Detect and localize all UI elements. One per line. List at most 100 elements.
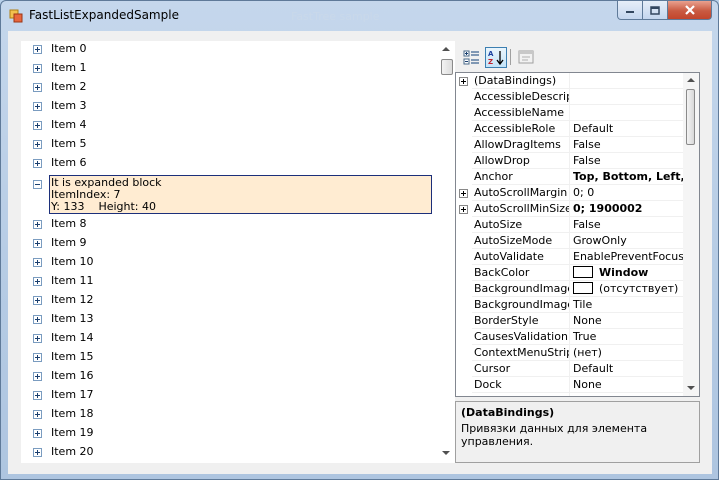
property-name[interactable]: AutoSize [472, 217, 570, 233]
property-pages-button[interactable] [515, 47, 537, 68]
list-item[interactable]: Item 4 [21, 116, 438, 135]
expand-icon[interactable] [459, 205, 468, 214]
list-scrollbar[interactable] [438, 41, 455, 463]
grid-scroll-up-icon[interactable] [687, 78, 695, 82]
list-scroll-thumb[interactable] [441, 59, 453, 75]
expand-icon[interactable] [33, 296, 42, 305]
grid-scroll-thumb[interactable] [686, 89, 695, 145]
property-name[interactable]: AutoScrollMinSize [472, 201, 570, 217]
maximize-button[interactable] [643, 1, 668, 20]
minimize-button[interactable] [617, 1, 643, 20]
property-value[interactable]: Top, Bottom, Left, Right [570, 169, 683, 185]
property-row[interactable]: Cursor Default [456, 361, 683, 377]
expand-icon[interactable] [459, 189, 468, 198]
property-name[interactable]: AllowDrop [472, 153, 570, 169]
property-row[interactable]: BackColor Window [456, 265, 683, 281]
property-value[interactable]: (нет) [570, 345, 683, 361]
property-name[interactable]: AccessibleDescription [472, 89, 570, 105]
property-value[interactable]: None [570, 313, 683, 329]
property-value[interactable]: False [570, 137, 683, 153]
expand-icon[interactable] [33, 391, 42, 400]
list-item[interactable]: Item 6 [21, 154, 438, 173]
list-item[interactable]: Item 13 [21, 310, 438, 329]
list-item[interactable]: Item 10 [21, 253, 438, 272]
list-item[interactable]: Item 17 [21, 386, 438, 405]
property-value[interactable]: 0; 1900002 [570, 201, 683, 217]
alphabetical-button[interactable]: A Z [485, 47, 507, 68]
expand-icon[interactable] [33, 448, 42, 457]
collapse-icon[interactable] [33, 180, 42, 189]
list-item[interactable]: Item 5 [21, 135, 438, 154]
property-name[interactable]: Anchor [472, 169, 570, 185]
list-item[interactable]: Item 8 [21, 215, 438, 234]
expand-icon[interactable] [33, 64, 42, 73]
expand-icon[interactable] [33, 83, 42, 92]
property-row[interactable]: AutoSizeMode GrowOnly [456, 233, 683, 249]
grid-scroll-down-icon[interactable] [687, 386, 695, 390]
property-name[interactable]: ContextMenuStrip [472, 345, 570, 361]
property-name[interactable]: Cursor [472, 361, 570, 377]
property-name[interactable]: AutoScrollMargin [472, 185, 570, 201]
list-item[interactable]: Item 14 [21, 329, 438, 348]
property-value[interactable]: (отсутствует) [570, 281, 683, 297]
property-name[interactable]: AutoValidate [472, 249, 570, 265]
property-grid[interactable]: (DataBindings)AccessibleDescriptionAcces… [455, 72, 700, 397]
property-name[interactable]: BackgroundImage [472, 281, 570, 297]
property-row[interactable]: AllowDrop False [456, 153, 683, 169]
expand-icon[interactable] [459, 77, 468, 86]
expand-icon[interactable] [33, 239, 42, 248]
property-value[interactable] [570, 73, 683, 89]
list-item[interactable]: Item 0 [21, 41, 438, 59]
property-value[interactable] [570, 105, 683, 121]
property-value[interactable]: Default [570, 361, 683, 377]
property-row[interactable]: BackgroundImageLayoutTile [456, 297, 683, 313]
property-value[interactable]: GrowOnly [570, 233, 683, 249]
list-item[interactable]: Item 16 [21, 367, 438, 386]
property-name[interactable]: (DataBindings) [472, 73, 570, 89]
property-name[interactable]: Enabled [472, 393, 570, 396]
expand-icon[interactable] [33, 220, 42, 229]
list-item[interactable]: Item 20 [21, 443, 438, 462]
expand-icon[interactable] [33, 334, 42, 343]
property-name[interactable]: Dock [472, 377, 570, 393]
property-row[interactable]: AutoScrollMargin 0; 0 [456, 185, 683, 201]
property-row[interactable]: AutoValidateEnablePreventFocusChange [456, 249, 683, 265]
property-row[interactable]: (DataBindings) [456, 73, 683, 89]
property-row[interactable]: AnchorTop, Bottom, Left, Right [456, 169, 683, 185]
property-row[interactable]: CausesValidation True [456, 329, 683, 345]
property-value[interactable]: None [570, 377, 683, 393]
expand-icon[interactable] [33, 353, 42, 362]
property-value[interactable]: Tile [570, 297, 683, 313]
categorized-button[interactable] [461, 47, 483, 68]
property-row[interactable]: AutoSize False [456, 217, 683, 233]
property-row[interactable]: ContextMenuStrip (нет) [456, 345, 683, 361]
property-row[interactable]: EnabledTrue [456, 393, 683, 396]
property-value[interactable]: Window [570, 265, 683, 281]
property-row[interactable]: AccessibleName [456, 105, 683, 121]
expand-icon[interactable] [33, 429, 42, 438]
expand-icon[interactable] [33, 410, 42, 419]
property-value[interactable]: True [570, 393, 683, 396]
list-item[interactable]: Item 19 [21, 424, 438, 443]
property-row[interactable]: Dock None [456, 377, 683, 393]
property-value[interactable]: False [570, 153, 683, 169]
property-row[interactable]: AllowDragItems False [456, 137, 683, 153]
list-item[interactable]: Item 9 [21, 234, 438, 253]
expand-icon[interactable] [33, 315, 42, 324]
property-row[interactable]: BorderStyle None [456, 313, 683, 329]
property-name[interactable]: AutoSizeMode [472, 233, 570, 249]
property-name[interactable]: CausesValidation [472, 329, 570, 345]
property-name[interactable]: BackgroundImageLayout [472, 297, 570, 313]
scroll-down-icon[interactable] [442, 451, 450, 455]
list-item[interactable]: Item 15 [21, 348, 438, 367]
property-value[interactable]: Default [570, 121, 683, 137]
close-button[interactable] [668, 1, 712, 20]
grid-scrollbar[interactable] [683, 73, 699, 396]
list-item[interactable]: Item 3 [21, 97, 438, 116]
property-value[interactable]: EnablePreventFocusChange [570, 249, 683, 265]
fast-list[interactable]: Item 0 Item 1 Item 2 Item 3 Item 4 Item 5 Item… [21, 41, 455, 463]
property-value[interactable]: False [570, 217, 683, 233]
property-name[interactable]: AllowDragItems [472, 137, 570, 153]
list-item[interactable]: Item 11 [21, 272, 438, 291]
property-name[interactable]: AccessibleName [472, 105, 570, 121]
